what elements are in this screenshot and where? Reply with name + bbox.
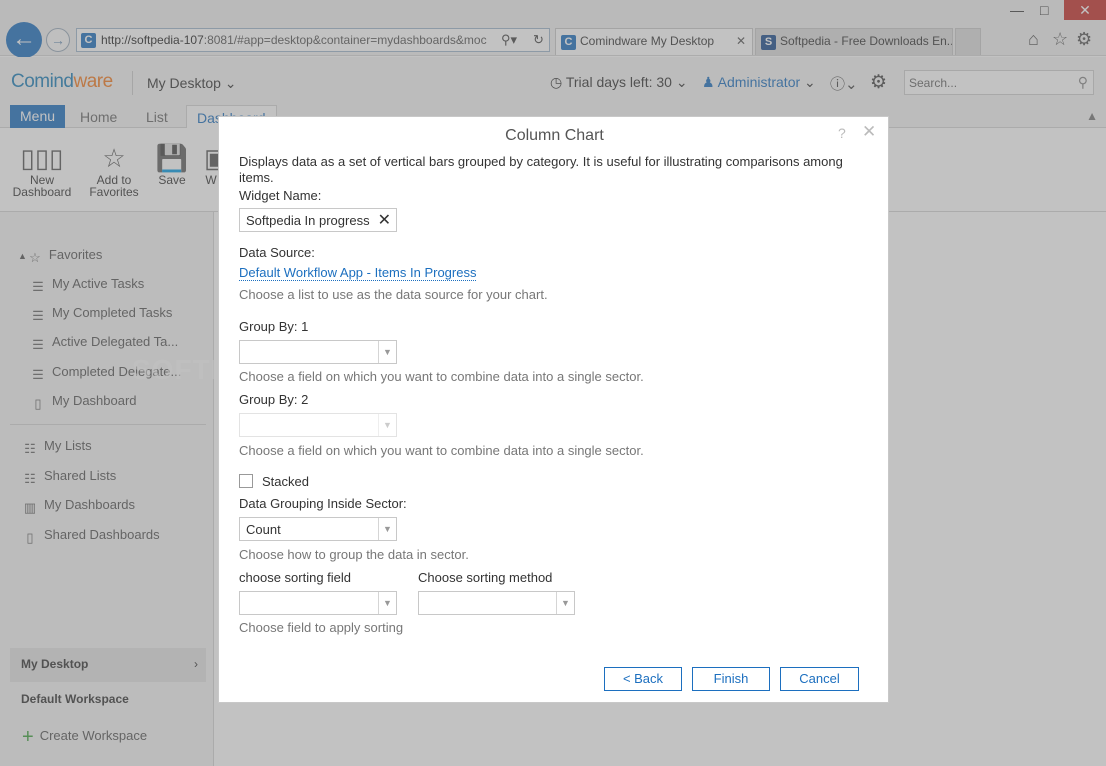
finish-button[interactable]: Finish xyxy=(692,667,770,691)
data-source-hint: Choose a list to use as the data source … xyxy=(239,287,548,302)
grouping-select[interactable]: Count ▼ xyxy=(239,517,397,541)
widget-name-label: Widget Name: xyxy=(239,188,322,203)
help-icon[interactable]: ? xyxy=(838,125,846,141)
cancel-button[interactable]: Cancel xyxy=(780,667,859,691)
back-button[interactable]: < Back xyxy=(604,667,682,691)
group-by-1-label: Group By: 1 xyxy=(239,319,309,334)
sort-field-label: choose sorting field xyxy=(239,570,352,585)
chevron-down-icon: ▼ xyxy=(378,518,396,540)
sort-field-select[interactable]: ▼ xyxy=(239,591,397,615)
widget-name-field[interactable]: Softpedia In progress ✕ xyxy=(239,208,397,232)
chevron-down-icon: ▼ xyxy=(378,341,396,363)
chevron-down-icon: ▼ xyxy=(556,592,574,614)
grouping-hint: Choose how to group the data in sector. xyxy=(239,547,469,562)
chevron-down-icon: ▼ xyxy=(378,414,396,436)
data-source-link[interactable]: Default Workflow App - Items In Progress xyxy=(239,265,477,281)
group-by-2-hint: Choose a field on which you want to comb… xyxy=(239,443,644,458)
column-chart-dialog: Column Chart ? ✕ Displays data as a set … xyxy=(218,116,889,703)
group-by-2-select[interactable]: ▼ xyxy=(239,413,397,437)
sort-method-label: Choose sorting method xyxy=(418,570,553,585)
close-icon[interactable]: ✕ xyxy=(862,122,876,142)
chevron-down-icon: ▼ xyxy=(378,592,396,614)
clear-icon[interactable]: ✕ xyxy=(378,210,391,230)
sort-method-select[interactable]: ▼ xyxy=(418,591,575,615)
grouping-label: Data Grouping Inside Sector: xyxy=(239,496,407,511)
sort-hint: Choose field to apply sorting xyxy=(239,620,404,635)
dialog-title: Column Chart xyxy=(505,127,604,144)
dialog-description: Displays data as a set of vertical bars … xyxy=(239,154,843,185)
group-by-1-hint: Choose a field on which you want to comb… xyxy=(239,369,644,384)
data-source-label: Data Source: xyxy=(239,245,315,260)
group-by-2-label: Group By: 2 xyxy=(239,392,309,407)
group-by-1-select[interactable]: ▼ xyxy=(239,340,397,364)
stacked-checkbox[interactable] xyxy=(239,474,253,488)
stacked-label: Stacked xyxy=(262,474,309,489)
